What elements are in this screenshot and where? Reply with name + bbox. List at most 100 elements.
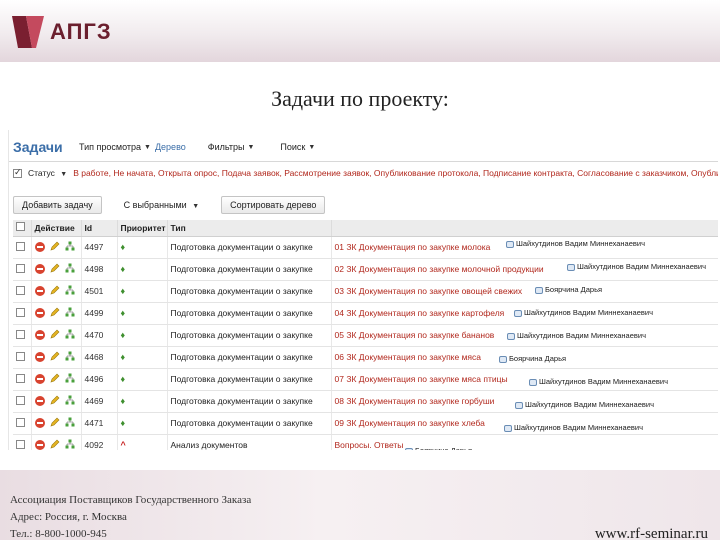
row-checkbox[interactable] <box>13 324 32 347</box>
edit-pencil-icon[interactable] <box>50 307 60 319</box>
edit-pencil-icon[interactable] <box>50 417 60 429</box>
table-row[interactable]: 4501 ♦ Подготовка документации о закупке 03… <box>13 280 718 303</box>
row-id[interactable]: 4501 <box>81 280 118 303</box>
col-priority[interactable]: Приоритет <box>117 220 168 237</box>
row-topic[interactable]: 03 ЗК Документация по закупке овощей све… <box>331 280 718 303</box>
delete-icon[interactable] <box>34 242 45 252</box>
sort-tree-button[interactable]: Сортировать дерево <box>221 196 326 214</box>
row-assignee[interactable]: Шайхутдинов Вадим Миннеханаевич <box>504 423 643 432</box>
hierarchy-icon[interactable] <box>65 439 75 450</box>
filters-label: Фильтры <box>207 142 245 152</box>
delete-icon[interactable] <box>34 374 45 384</box>
caret-down-icon: ▼ <box>192 203 200 210</box>
row-actions <box>31 302 82 325</box>
row-assignee[interactable]: Шайхутдинов Вадим Миннеханаевич <box>507 331 646 340</box>
col-topic[interactable] <box>331 220 718 237</box>
row-assignee[interactable]: Шайхутдинов Вадим Миннеханаевич <box>514 308 653 317</box>
edit-pencil-icon[interactable] <box>50 439 60 450</box>
row-id[interactable]: 4497 <box>81 236 118 259</box>
row-assignee[interactable]: Шайхутдинов Вадим Миннеханаевич <box>529 377 668 386</box>
search-menu[interactable]: Поиск ▼ <box>280 142 315 152</box>
delete-icon[interactable] <box>34 330 45 340</box>
row-id[interactable]: 4496 <box>81 368 118 391</box>
row-priority: ♦ <box>117 390 168 413</box>
row-id[interactable]: 4499 <box>81 302 118 325</box>
view-tree-link[interactable]: Дерево <box>155 142 186 152</box>
hierarchy-icon[interactable] <box>65 351 75 363</box>
row-assignee[interactable]: Шайхутдинов Вадим Миннеханаевич <box>506 239 645 248</box>
hierarchy-icon[interactable] <box>65 329 75 341</box>
slide-footer: Ассоциация Поставщиков Государственного … <box>0 470 720 540</box>
hierarchy-icon[interactable] <box>65 373 75 385</box>
row-assignee[interactable]: Шайхутдинов Вадим Миннеханаевич <box>567 262 706 271</box>
hierarchy-icon[interactable] <box>65 307 75 319</box>
row-checkbox[interactable] <box>13 412 32 435</box>
row-assignee[interactable]: Шайхутдинов Вадим Миннеханаевич <box>515 400 654 409</box>
select-all-header[interactable] <box>13 220 32 237</box>
priority-icon: ♦ <box>120 330 126 340</box>
priority-icon: ♦ <box>120 396 126 406</box>
delete-icon[interactable] <box>34 286 45 296</box>
filters-menu[interactable]: Фильтры ▼ <box>208 142 275 152</box>
hierarchy-icon[interactable] <box>65 241 75 253</box>
with-selected-dropdown[interactable]: С выбранными ▼ <box>124 200 200 210</box>
status-checkbox[interactable] <box>13 167 22 178</box>
row-checkbox[interactable] <box>13 346 32 369</box>
status-filter: Статус ▼ В работе, Не начата, Открыта оп… <box>13 167 718 178</box>
hierarchy-icon[interactable] <box>65 285 75 297</box>
row-id[interactable]: 4092 <box>81 434 118 450</box>
row-checkbox[interactable] <box>13 368 32 391</box>
hierarchy-icon[interactable] <box>65 263 75 275</box>
row-id[interactable]: 4468 <box>81 346 118 369</box>
row-type: Подготовка документации о закупке <box>167 324 332 347</box>
row-id[interactable]: 4471 <box>81 412 118 435</box>
delete-icon[interactable] <box>34 264 45 274</box>
edit-pencil-icon[interactable] <box>50 395 60 407</box>
row-priority: ♦ <box>117 346 168 369</box>
row-topic[interactable]: Вопросы. Ответы <box>331 434 718 450</box>
user-comment-icon <box>504 424 512 432</box>
row-type: Подготовка документации о закупке <box>167 236 332 259</box>
status-values[interactable]: В работе, Не начата, Открыта опрос, Пода… <box>73 168 718 178</box>
row-checkbox[interactable] <box>13 390 32 413</box>
hierarchy-icon[interactable] <box>65 417 75 429</box>
edit-pencil-icon[interactable] <box>50 263 60 275</box>
row-assignee[interactable]: Боярчина Дарья <box>499 354 566 363</box>
add-task-button[interactable]: Добавить задачу <box>13 196 102 214</box>
hierarchy-icon[interactable] <box>65 395 75 407</box>
priority-icon: ♦ <box>120 286 126 296</box>
table-row[interactable]: 4468 ♦ Подготовка документации о закупке 06… <box>13 346 718 369</box>
delete-icon[interactable] <box>34 308 45 318</box>
delete-icon[interactable] <box>34 418 45 428</box>
row-type: Подготовка документации о закупке <box>167 390 332 413</box>
row-assignee[interactable]: Боярчина Дарья <box>405 446 472 450</box>
toolbar-divider <box>9 161 718 162</box>
row-actions <box>31 280 82 303</box>
row-assignee[interactable]: Боярчина Дарья <box>535 285 602 294</box>
edit-pencil-icon[interactable] <box>50 329 60 341</box>
edit-pencil-icon[interactable] <box>50 241 60 253</box>
delete-icon[interactable] <box>34 352 45 362</box>
status-label[interactable]: Статус ▼ <box>28 168 67 178</box>
row-id[interactable]: 4469 <box>81 390 118 413</box>
col-id[interactable]: Id <box>81 220 118 237</box>
action-bar: Добавить задачу С выбранными ▼ Сортирова… <box>13 196 326 214</box>
row-checkbox[interactable] <box>13 280 32 303</box>
col-type[interactable]: Тип <box>167 220 332 237</box>
col-action[interactable]: Действие <box>31 220 82 237</box>
row-checkbox[interactable] <box>13 258 32 281</box>
row-checkbox[interactable] <box>13 236 32 259</box>
row-checkbox[interactable] <box>13 302 32 325</box>
edit-pencil-icon[interactable] <box>50 285 60 297</box>
edit-pencil-icon[interactable] <box>50 351 60 363</box>
row-id[interactable]: 4498 <box>81 258 118 281</box>
delete-icon[interactable] <box>34 396 45 406</box>
row-actions <box>31 368 82 391</box>
delete-icon[interactable] <box>34 440 45 450</box>
row-id[interactable]: 4470 <box>81 324 118 347</box>
row-checkbox[interactable] <box>13 434 32 450</box>
edit-pencil-icon[interactable] <box>50 373 60 385</box>
table-row[interactable]: 4092 ^ Анализ документов Вопросы. Ответы <box>13 434 718 450</box>
view-type-menu[interactable]: Тип просмотра ▼ Дерево <box>79 142 202 152</box>
priority-icon: ♦ <box>120 352 126 362</box>
